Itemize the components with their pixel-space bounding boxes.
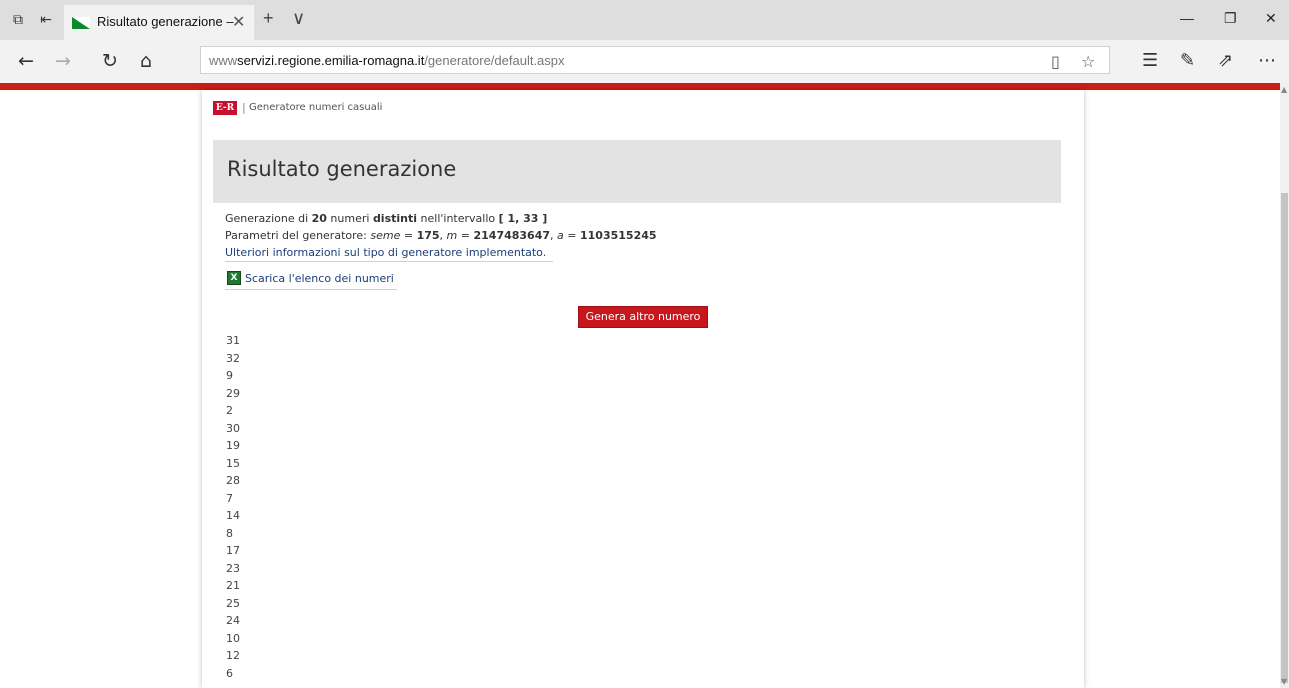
number-item: 17 — [226, 544, 240, 557]
tab-close-icon[interactable]: ✕ — [232, 12, 245, 32]
number-item: 23 — [226, 561, 240, 575]
download-list-label: Scarica l'elenco dei numeri — [245, 272, 394, 285]
generator-parameters: Parametri del generatore: seme = 175, m … — [225, 229, 657, 242]
scroll-thumb[interactable] — [1281, 193, 1288, 683]
scroll-down-icon[interactable]: ▼ — [1281, 677, 1287, 686]
generation-summary: Generazione di 20 numeri distinti nell'i… — [225, 212, 548, 225]
address-bar-row: ← → ↻ ⌂ wwwservizi.regione.emilia-romagn… — [0, 40, 1289, 83]
number-item: 10 — [226, 631, 240, 645]
home-icon[interactable]: ⌂ — [140, 50, 152, 72]
new-tab-button[interactable]: + — [263, 8, 274, 29]
reading-view-icon[interactable]: ▯ — [1051, 52, 1060, 71]
generator-info-link[interactable]: Ulteriori informazioni sul tipo di gener… — [225, 246, 553, 262]
forward-arrow-icon[interactable]: → — [55, 50, 71, 72]
number-item: 25 — [226, 596, 240, 610]
title-band: Risultato generazione — [213, 140, 1061, 203]
pen-annotate-icon[interactable]: ✎ — [1180, 50, 1195, 71]
number-item: 19 — [226, 439, 240, 452]
number-item: 30 — [226, 421, 240, 435]
url-path: /generatore/default.aspx — [424, 53, 565, 68]
number-item: 28 — [226, 474, 240, 487]
page-title: Risultato generazione — [227, 157, 457, 181]
number-item: 8 — [226, 526, 233, 540]
url-input[interactable]: wwwservizi.regione.emilia-romagna.it/gen… — [200, 46, 1110, 74]
number-item: 2 — [226, 404, 233, 417]
tab-active[interactable]: Risultato generazione – ✕ — [64, 5, 254, 40]
page-scrollbar[interactable]: ▲ ▼ — [1280, 83, 1289, 688]
emilia-romagna-favicon-icon — [72, 17, 90, 29]
refresh-icon[interactable]: ↻ — [102, 50, 118, 72]
more-menu-icon[interactable]: ⋯ — [1258, 50, 1276, 71]
site-name[interactable]: Generatore numeri casuali — [249, 102, 382, 113]
tab-preview-chevron-icon[interactable]: ∨ — [292, 8, 305, 29]
favorite-star-icon[interactable]: ☆ — [1081, 52, 1095, 71]
number-item: 21 — [226, 579, 240, 592]
er-logo[interactable]: E-R — [213, 101, 237, 115]
generate-again-button[interactable]: Genera altro numero — [578, 306, 708, 328]
url-domain: servizi.regione.emilia-romagna.it — [237, 53, 425, 68]
close-window-icon[interactable]: ✕ — [1265, 10, 1277, 27]
number-item: 7 — [226, 491, 233, 505]
restore-icon[interactable]: ❐ — [1224, 10, 1237, 27]
number-item: 14 — [226, 509, 240, 522]
tab-actions-icon[interactable]: ⧉ — [10, 12, 26, 28]
excel-file-icon: X — [227, 271, 241, 285]
numbers-list: 31 32 9 29 2 30 19 15 28 7 14 8 17 23 21 25 24 10 12 6 — [226, 332, 240, 682]
number-item: 9 — [226, 369, 233, 382]
set-aside-tabs-icon[interactable]: ⇤ — [38, 12, 54, 28]
number-item: 32 — [226, 351, 240, 365]
number-item: 15 — [226, 456, 240, 470]
minimize-icon[interactable]: — — [1180, 10, 1194, 26]
tab-bar: ⧉ ⇤ Risultato generazione – ✕ + ∨ — ❐ ✕ — [0, 0, 1289, 40]
site-header-red-bar — [0, 83, 1280, 90]
number-item: 29 — [226, 386, 240, 400]
tab-title: Risultato generazione – — [97, 14, 234, 29]
share-icon[interactable]: ⇗ — [1218, 50, 1233, 71]
number-item: 12 — [226, 649, 240, 662]
back-arrow-icon[interactable]: ← — [18, 50, 34, 72]
url-prefix: www — [209, 53, 238, 68]
number-item: 31 — [226, 334, 240, 347]
scroll-up-icon[interactable]: ▲ — [1281, 85, 1287, 94]
download-list-link[interactable]: X Scarica l'elenco dei numeri — [225, 271, 397, 290]
page-content: E-R | Generatore numeri casuali Risultat… — [202, 90, 1084, 688]
number-item: 6 — [226, 666, 233, 680]
breadcrumb-separator: | — [242, 101, 246, 114]
number-item: 24 — [226, 614, 240, 627]
favorites-list-icon[interactable]: ☰ — [1142, 50, 1158, 71]
